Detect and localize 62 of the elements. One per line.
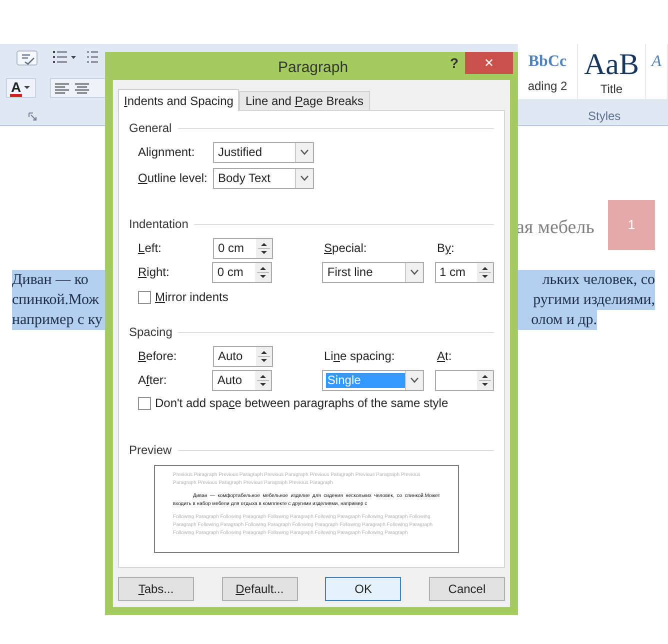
spinner-field[interactable] [434, 370, 494, 390]
field-label: Right: [138, 264, 170, 281]
dropdown-field[interactable]: First line [322, 262, 424, 282]
dropdown-field[interactable]: Justified [213, 142, 314, 162]
alignment-buttons[interactable] [50, 78, 106, 98]
dropdown-field[interactable]: Body Text [213, 168, 314, 188]
spinner-field[interactable]: 0 cm [213, 238, 273, 258]
help-button[interactable]: ? [450, 53, 459, 74]
spinner-arrows-icon[interactable] [254, 262, 271, 282]
dialog-button[interactable]: Default... [222, 577, 298, 601]
page-number: 1 [628, 216, 636, 234]
field-label: Line spacing: [324, 348, 396, 365]
spinner-arrows-icon[interactable] [477, 262, 493, 282]
style-item[interactable]: AaB Title [578, 44, 646, 99]
document-text: например с ку [12, 310, 102, 330]
document-text: ругими изделиями, [533, 290, 655, 310]
spinner-field[interactable]: Auto [213, 346, 273, 366]
field-label: Before: [138, 348, 178, 365]
style-item[interactable]: A [646, 44, 668, 99]
section-heading: Spacing [129, 324, 172, 341]
group-label: Styles [588, 108, 621, 125]
tab[interactable]: Line and Page Breaks [239, 91, 370, 110]
spinner-arrows-icon[interactable] [254, 370, 271, 390]
document-text: Диван — ко [12, 270, 88, 290]
numbered-list-icon[interactable] [86, 50, 98, 64]
dialog-button[interactable]: Cancel [428, 577, 505, 601]
field-label: After: [138, 372, 168, 389]
close-button[interactable]: ✕ [465, 52, 513, 74]
align-left-icon[interactable] [55, 82, 69, 94]
spinner-field[interactable]: Auto [212, 370, 272, 390]
dialog-button[interactable]: Tabs... [118, 577, 194, 601]
dialog-title: Paragraph [278, 58, 348, 78]
field-label: Outline level: [138, 170, 208, 187]
spelling-icon[interactable] [16, 50, 38, 66]
section-heading: Preview [129, 442, 172, 459]
section-heading: General [129, 120, 172, 137]
spinner-field[interactable]: 1 cm [434, 262, 494, 282]
field-label: At: [437, 348, 452, 365]
document-text: олом и др. [531, 310, 597, 330]
field-label: Left: [138, 240, 162, 257]
checkbox[interactable] [138, 396, 151, 410]
spinner-arrows-icon[interactable] [477, 370, 493, 390]
checkbox[interactable] [138, 290, 151, 304]
section-heading: Indentation [129, 216, 188, 233]
tab[interactable]: Indents and Spacing [118, 89, 240, 111]
field-label: Special: [324, 240, 368, 257]
bullet-list-icon[interactable] [52, 50, 78, 64]
document-text: льких человек, со [542, 270, 655, 290]
caret-icon [24, 86, 30, 90]
align-center-icon[interactable] [75, 82, 89, 94]
dialog-button[interactable]: OK [325, 577, 402, 601]
spinner-field[interactable]: 0 cm [212, 262, 272, 282]
checkbox-label: Mirror indents [155, 289, 228, 306]
field-label: By: [437, 240, 454, 257]
font-color-button[interactable]: A [6, 78, 36, 98]
spinner-arrows-icon[interactable] [256, 238, 272, 258]
field-label: Alignment: [138, 144, 196, 161]
dialog-launcher-icon[interactable] [28, 112, 37, 121]
document-text: спинкой.Мож [12, 290, 99, 310]
color-swatch-icon [10, 94, 22, 96]
spinner-arrows-icon[interactable] [256, 346, 272, 366]
checkbox-label: Don't add space between paragraphs of the same style [155, 395, 448, 412]
